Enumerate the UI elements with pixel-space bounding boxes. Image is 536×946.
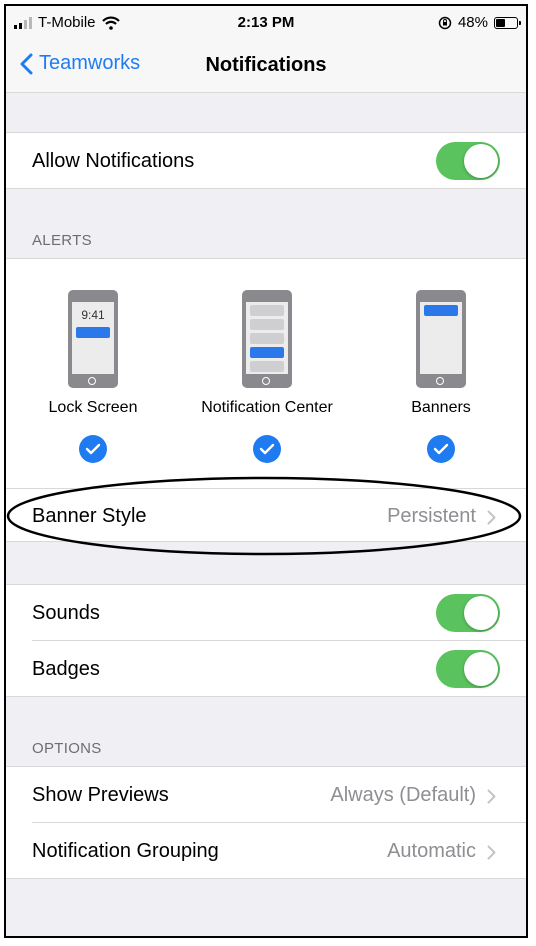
lock-screen-label: Lock Screen (48, 399, 138, 416)
allow-notifications-group: Allow Notifications (6, 132, 526, 189)
navigation-bar: Teamworks Notifications (6, 40, 526, 93)
sounds-row: Sounds (6, 585, 526, 640)
preview-banner (250, 347, 284, 358)
home-button-icon (88, 377, 96, 385)
battery-icon (494, 16, 521, 29)
battery-percent: 48% (457, 14, 488, 31)
toggle-knob (464, 652, 498, 686)
lock-screen-time: 9:41 (81, 308, 105, 322)
status-bar: T-Mobile 2:13 PM 48% (6, 6, 526, 40)
chevron-right-icon (487, 789, 496, 804)
show-previews-label: Show Previews (32, 784, 169, 806)
notification-grouping-row[interactable]: Notification Grouping Automatic (32, 822, 526, 878)
banners-checkmark-icon[interactable] (427, 435, 455, 463)
badges-row: Badges (32, 640, 526, 696)
lock-screen-preview[interactable]: 9:41 (68, 290, 118, 388)
notification-grouping-value: Automatic (387, 840, 476, 862)
chevron-right-icon (487, 845, 496, 860)
orientation-lock-icon (438, 16, 452, 29)
options-header: OPTIONS (32, 740, 102, 757)
sounds-toggle[interactable] (436, 594, 500, 632)
preview-banner (424, 305, 458, 316)
toggle-knob (464, 144, 498, 178)
banners-preview[interactable] (416, 290, 466, 388)
sounds-badges-group: Sounds Badges (6, 584, 526, 697)
home-button-icon (436, 377, 444, 385)
badges-toggle[interactable] (436, 650, 500, 688)
status-right: 48% (438, 14, 521, 31)
show-previews-value: Always (Default) (330, 784, 476, 806)
page-title: Notifications (205, 54, 327, 76)
sounds-label: Sounds (32, 602, 100, 624)
preview-banner (76, 327, 110, 338)
notification-grouping-label: Notification Grouping (32, 840, 219, 862)
alerts-header: ALERTS (32, 232, 92, 249)
options-group: Show Previews Always (Default) Notificat… (6, 766, 526, 879)
notification-center-checkmark-icon[interactable] (253, 435, 281, 463)
allow-notifications-toggle[interactable] (436, 142, 500, 180)
screen-frame: T-Mobile 2:13 PM 48% Teamworks Notificat… (4, 4, 528, 938)
highlight-ellipse-annotation (6, 476, 522, 556)
allow-notifications-label: Allow Notifications (32, 150, 195, 172)
notification-center-preview[interactable] (242, 290, 292, 388)
toggle-knob (464, 596, 498, 630)
allow-notifications-row: Allow Notifications (6, 133, 526, 188)
show-previews-row[interactable]: Show Previews Always (Default) (6, 767, 526, 822)
home-button-icon (262, 377, 270, 385)
banners-label: Banners (411, 399, 471, 416)
lock-screen-checkmark-icon[interactable] (79, 435, 107, 463)
badges-label: Badges (32, 658, 100, 680)
notification-center-label: Notification Center (201, 399, 333, 416)
